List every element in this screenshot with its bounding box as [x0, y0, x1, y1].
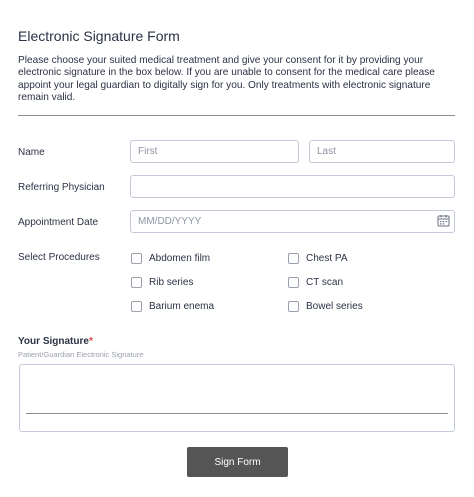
divider	[18, 115, 455, 116]
procedure-option-rib-series[interactable]: Rib series	[131, 275, 193, 289]
signature-line	[26, 413, 448, 414]
form-description: Please choose your suited medical treatm…	[18, 55, 435, 104]
procedure-option-abdomen-film[interactable]: Abdomen film	[131, 251, 210, 265]
checkbox[interactable]	[131, 252, 142, 264]
signature-sublabel: Patient/Guardian Electronic Signature	[18, 350, 144, 359]
procedure-option-bowel-series[interactable]: Bowel series	[288, 299, 363, 313]
name-label: Name	[18, 147, 45, 158]
signature-label: Your Signature*	[18, 336, 93, 347]
appointment-label: Appointment Date	[18, 217, 99, 228]
appointment-date-input[interactable]	[130, 210, 455, 233]
checkbox[interactable]	[288, 252, 299, 264]
checkbox[interactable]	[131, 276, 142, 288]
checkbox[interactable]	[131, 300, 142, 312]
checkbox[interactable]	[288, 300, 299, 312]
signature-label-text: Your Signature	[18, 336, 89, 347]
option-label: Rib series	[149, 276, 194, 288]
option-label: Barium enema	[149, 300, 215, 312]
first-name-input[interactable]	[130, 140, 299, 163]
sign-form-button[interactable]: Sign Form	[187, 447, 288, 477]
option-label: Abdomen film	[149, 252, 211, 264]
date-field	[130, 210, 455, 233]
option-label: Bowel series	[306, 300, 363, 312]
procedures-label: Select Procedures	[18, 252, 100, 263]
physician-input[interactable]	[130, 175, 455, 198]
checkbox[interactable]	[288, 276, 299, 288]
option-label: Chest PA	[306, 252, 348, 264]
option-label: CT scan	[306, 276, 344, 288]
calendar-icon[interactable]	[437, 214, 450, 227]
procedure-option-barium-enema[interactable]: Barium enema	[131, 299, 214, 313]
procedure-option-chest-pa[interactable]: Chest PA	[288, 251, 348, 265]
physician-label: Referring Physician	[18, 182, 105, 193]
last-name-input[interactable]	[309, 140, 455, 163]
form-title: Electronic Signature Form	[18, 28, 180, 44]
signature-pad[interactable]	[19, 364, 455, 432]
required-mark: *	[88, 336, 93, 347]
procedure-option-ct-scan[interactable]: CT scan	[288, 275, 343, 289]
